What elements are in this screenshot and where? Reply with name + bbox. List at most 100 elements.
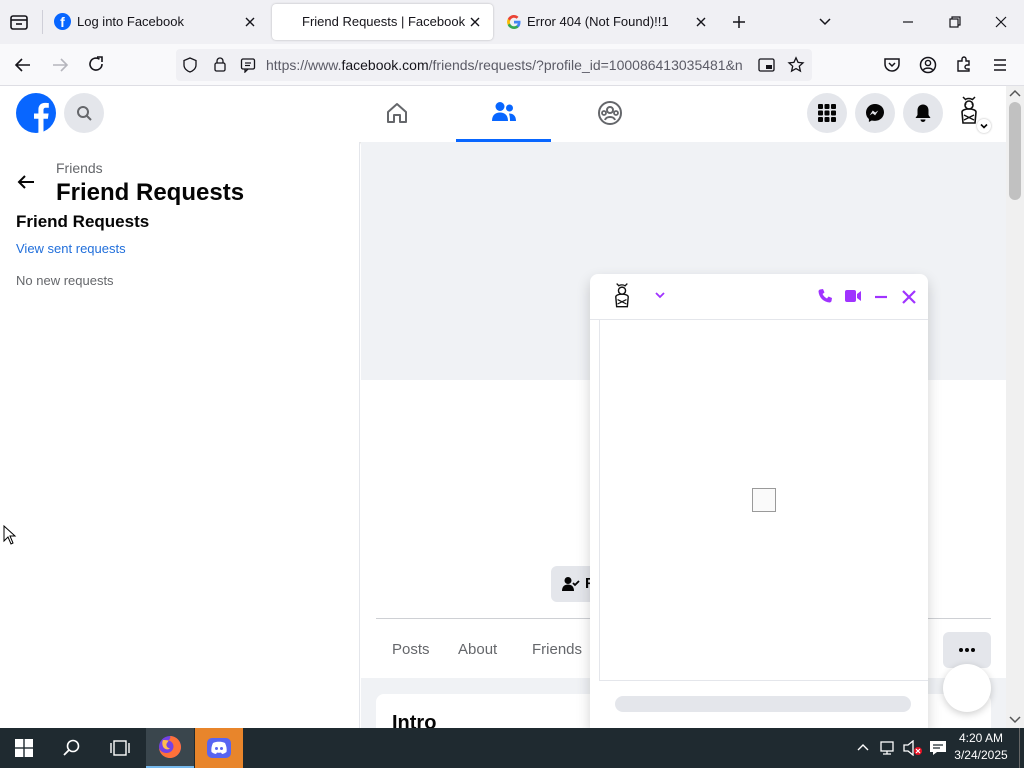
profile-tab-posts[interactable]: Posts (392, 641, 430, 658)
extensions-icon[interactable] (955, 55, 973, 73)
view-sent-requests-link[interactable]: View sent requests (16, 241, 126, 256)
groups-icon (598, 101, 622, 125)
tracking-protection-shield-icon[interactable] (182, 57, 198, 73)
bell-icon (915, 104, 931, 122)
taskbar-discord[interactable] (195, 728, 243, 768)
facebook-top-navigation (0, 86, 1006, 142)
task-view-icon (110, 740, 130, 756)
notifications-button[interactable] (903, 93, 943, 133)
tab-overview-icon[interactable] (8, 12, 30, 32)
facebook-logo[interactable] (16, 93, 56, 133)
empty-state-text: No new requests (16, 273, 114, 288)
chat-footer-divider (599, 680, 928, 681)
restore-window-icon[interactable] (947, 14, 963, 30)
browser-navigation-bar: https://www.facebook.com/friends/request… (0, 44, 1024, 86)
tab-title: Error 404 (Not Found)!!1 (527, 14, 669, 29)
back-icon[interactable] (14, 56, 32, 74)
padlock-icon[interactable] (212, 56, 228, 73)
facebook-favicon-icon: f (54, 13, 71, 30)
profile-tab-about[interactable]: About (458, 641, 497, 658)
friend-requests-sidebar: Friends Friend Requests Friend Requests … (0, 142, 360, 728)
pocket-icon[interactable] (883, 56, 901, 74)
tab-error-404[interactable]: Error 404 (Not Found)!!1 (497, 4, 719, 40)
close-tab-icon[interactable] (242, 14, 258, 30)
taskbar-date[interactable]: 3/24/2025 (954, 748, 1008, 762)
menu-button[interactable] (807, 93, 847, 133)
messenger-button[interactable] (855, 93, 895, 133)
page-scrollbar[interactable] (1006, 86, 1024, 728)
google-favicon-icon (506, 14, 522, 30)
chat-message-input[interactable] (615, 696, 911, 712)
profile-tab-friends[interactable]: Friends (532, 641, 582, 658)
profile-more-button[interactable] (943, 632, 991, 668)
friends-tab[interactable] (456, 86, 551, 142)
minimize-chat-icon[interactable] (873, 289, 889, 305)
close-chat-icon[interactable] (901, 289, 917, 305)
network-icon[interactable] (879, 740, 897, 756)
page-title: Friend Requests (56, 179, 245, 206)
task-view-button[interactable] (96, 728, 144, 768)
home-icon (387, 103, 407, 123)
start-button[interactable] (0, 728, 48, 768)
list-all-tabs-icon[interactable] (817, 14, 833, 30)
chat-header (590, 274, 928, 320)
firefox-icon (159, 736, 181, 758)
account-avatar-button[interactable] (951, 93, 991, 133)
close-tab-icon[interactable] (467, 14, 483, 30)
breadcrumb[interactable]: Friends (56, 160, 103, 176)
windows-taskbar: 4:20 AM 3/24/2025 (0, 728, 1024, 768)
friends-icon (492, 102, 516, 121)
search-icon (77, 106, 92, 121)
tab-title: Log into Facebook (77, 14, 184, 29)
app-menu-icon[interactable] (991, 56, 1009, 74)
messenger-icon (866, 104, 884, 122)
taskbar-time[interactable]: 4:20 AM (954, 731, 1008, 745)
home-tab[interactable] (349, 86, 445, 140)
search-icon (63, 739, 80, 756)
taskbar-firefox[interactable] (146, 728, 194, 768)
show-desktop-button[interactable] (1019, 728, 1024, 768)
section-title: Friend Requests (16, 212, 150, 231)
mouse-cursor-icon (3, 525, 17, 545)
groups-tab[interactable] (562, 86, 658, 140)
url-text[interactable]: https://www.facebook.com/friends/request… (266, 57, 756, 73)
scroll-down-icon[interactable] (1006, 713, 1024, 725)
account-icon[interactable] (919, 56, 937, 74)
close-window-icon[interactable] (993, 14, 1009, 30)
grid-menu-icon (818, 104, 836, 122)
address-bar[interactable]: https://www.facebook.com/friends/request… (176, 49, 812, 81)
picture-in-picture-icon[interactable] (758, 57, 776, 73)
reload-icon[interactable] (87, 55, 105, 73)
minimize-window-icon[interactable] (900, 14, 916, 30)
more-dots-icon (959, 648, 975, 652)
chat-contact-avatar[interactable] (606, 280, 638, 312)
tab-log-into-facebook[interactable]: f Log into Facebook (46, 4, 268, 40)
voice-call-icon[interactable] (817, 288, 833, 304)
back-arrow-icon[interactable] (16, 172, 36, 192)
forward-icon[interactable] (51, 56, 69, 74)
search-button[interactable] (64, 93, 104, 133)
loading-placeholder (752, 488, 776, 512)
windows-logo-icon (15, 739, 33, 757)
friend-check-icon (562, 577, 580, 591)
permissions-icon[interactable] (240, 57, 256, 73)
new-tab-icon[interactable] (731, 14, 747, 30)
action-center-icon[interactable] (929, 740, 947, 756)
new-message-button[interactable] (943, 664, 991, 712)
url-path: /friends/requests/?profile_id=1000864130… (428, 57, 743, 73)
tab-title: Friend Requests | Facebook (302, 14, 466, 29)
volume-muted-icon[interactable] (903, 740, 923, 756)
chat-options-chevron-icon[interactable] (654, 290, 666, 300)
video-call-icon[interactable] (844, 289, 862, 303)
url-domain: facebook.com (341, 57, 429, 73)
taskbar-search-button[interactable] (48, 728, 96, 768)
browser-tab-bar: f Log into Facebook Friend Requests | Fa… (0, 0, 1024, 44)
bookmark-star-icon[interactable] (787, 56, 805, 74)
close-tab-icon[interactable] (693, 14, 709, 30)
scroll-up-icon[interactable] (1006, 88, 1024, 100)
scrollbar-thumb[interactable] (1009, 102, 1021, 200)
tab-friend-requests[interactable]: Friend Requests | Facebook (272, 4, 493, 40)
show-hidden-icons-button[interactable] (856, 741, 870, 753)
chat-message-area (599, 320, 928, 680)
account-chevron-icon (977, 119, 991, 133)
